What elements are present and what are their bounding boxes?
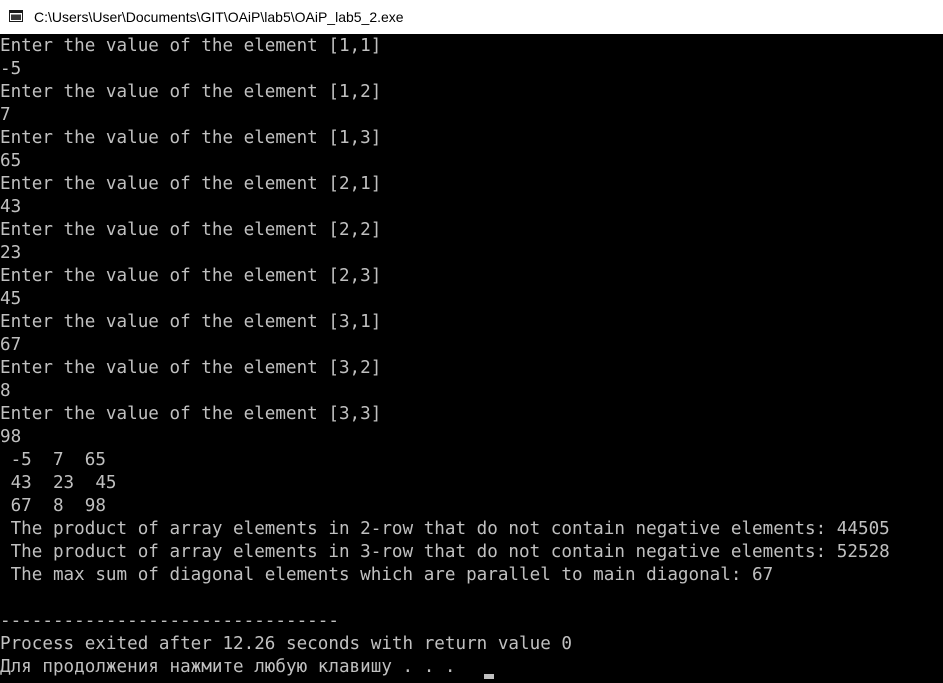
result-line: The product of array elements in 3-row t…: [0, 542, 890, 562]
console-line: 23: [0, 243, 22, 263]
matrix-row: -5 7 65: [0, 450, 106, 470]
console-line: 8: [0, 381, 11, 401]
console-window-icon: [9, 10, 23, 22]
press-any-key-prompt: Для продолжения нажмите любую клавишу . …: [0, 657, 467, 677]
console-output[interactable]: Enter the value of the element [1,1] -5 …: [0, 35, 943, 683]
console-line: 67: [0, 335, 22, 355]
console-line: Enter the value of the element [1,1]: [0, 36, 382, 56]
console-line: 65: [0, 151, 22, 171]
window-title: C:\Users\User\Documents\GIT\OAiP\lab5\OA…: [34, 9, 404, 25]
title-bar[interactable]: C:\Users\User\Documents\GIT\OAiP\lab5\OA…: [0, 0, 943, 34]
result-line: The product of array elements in 2-row t…: [0, 519, 890, 539]
console-line: Enter the value of the element [1,2]: [0, 82, 382, 102]
console-line: 7: [0, 105, 11, 125]
console-window: C:\Users\User\Documents\GIT\OAiP\lab5\OA…: [0, 0, 943, 683]
console-line: Enter the value of the element [3,2]: [0, 358, 382, 378]
console-line: Enter the value of the element [2,1]: [0, 174, 382, 194]
matrix-row: 43 23 45: [0, 473, 117, 493]
process-exit-line: Process exited after 12.26 seconds with …: [0, 634, 572, 654]
console-line: 45: [0, 289, 22, 309]
console-line: Enter the value of the element [1,3]: [0, 128, 382, 148]
console-line: Enter the value of the element [3,3]: [0, 404, 382, 424]
result-line: The max sum of diagonal elements which a…: [0, 565, 774, 585]
separator-line: --------------------------------: [0, 611, 339, 631]
console-line: -5: [0, 59, 22, 79]
text-cursor: [484, 674, 494, 679]
console-line: 43: [0, 197, 22, 217]
console-line: Enter the value of the element [2,3]: [0, 266, 382, 286]
console-line: Enter the value of the element [3,1]: [0, 312, 382, 332]
matrix-row: 67 8 98: [0, 496, 106, 516]
console-line: Enter the value of the element [2,2]: [0, 220, 382, 240]
console-line: 98: [0, 427, 22, 447]
